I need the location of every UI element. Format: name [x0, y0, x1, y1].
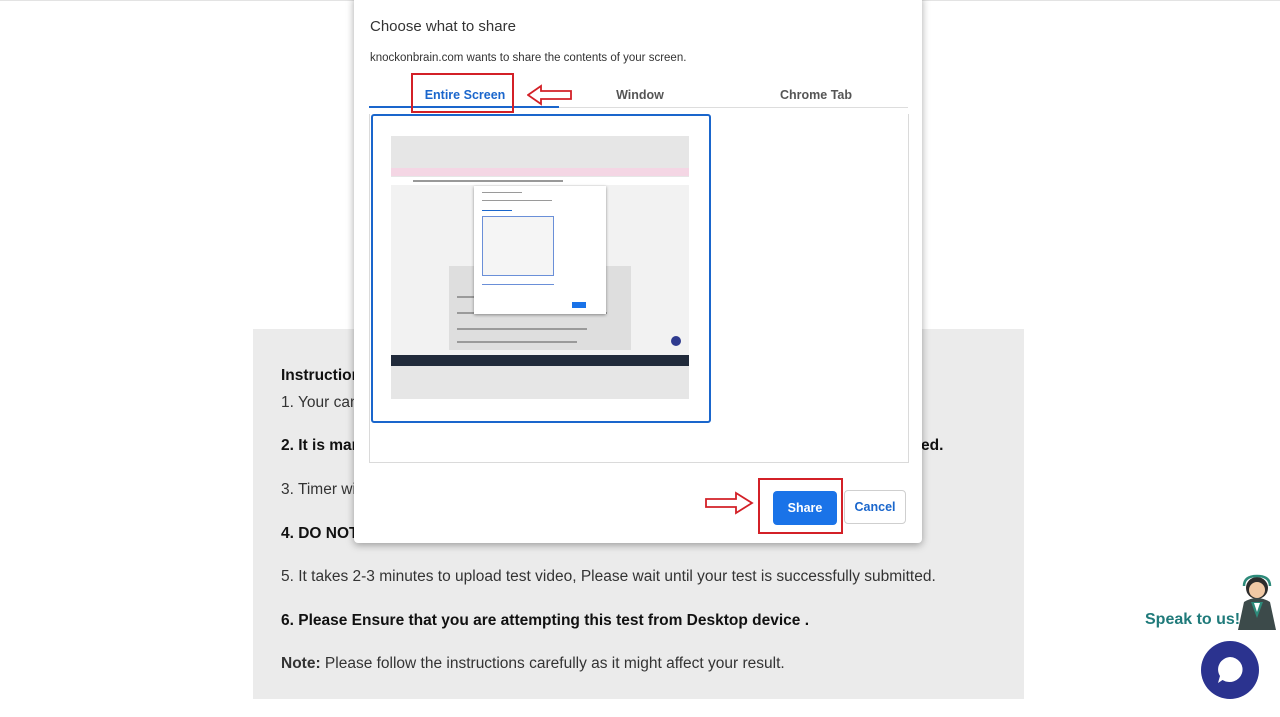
preview-inner [482, 216, 554, 276]
preview-line [482, 284, 554, 285]
preview-taskbar [391, 355, 689, 366]
chat-bubble-icon [1218, 657, 1243, 683]
tab-divider [559, 107, 908, 108]
instruction-3: 3. Timer wil [281, 481, 360, 498]
arrow-left-icon [527, 84, 572, 106]
preview-line [457, 328, 587, 330]
preview-dialog [474, 186, 606, 314]
instruction-5: 5. It takes 2-3 minutes to upload test v… [281, 568, 936, 585]
cancel-button[interactable]: Cancel [844, 490, 906, 524]
instruction-2: 2. It is mar [281, 437, 358, 454]
screen-preview [391, 136, 689, 399]
preview-line [482, 210, 512, 211]
preview-button [572, 302, 586, 308]
note-text: Please follow the instructions carefully… [324, 655, 785, 672]
dialog-subtitle: knockonbrain.com wants to share the cont… [370, 52, 687, 64]
preview-tabbar [391, 168, 689, 176]
share-highlight [758, 478, 843, 534]
instruction-4: 4. DO NOT [281, 525, 359, 542]
tab-chrome-tab[interactable]: Chrome Tab [764, 88, 868, 102]
screen-source-card[interactable] [371, 114, 711, 423]
instruction-6: 6. Please Ensure that you are attempting… [281, 612, 810, 629]
preview-chat-icon [671, 336, 681, 346]
arrow-right-icon [705, 491, 754, 515]
preview-url [413, 180, 563, 182]
instruction-2-tail: ed. [921, 437, 944, 454]
chat-button[interactable] [1201, 641, 1259, 699]
preview-line [482, 192, 522, 193]
instruction-1: 1. Your cam [281, 394, 363, 411]
preview-line [457, 341, 577, 343]
note-label: Note: [281, 655, 321, 672]
tab-window[interactable]: Window [590, 88, 690, 102]
preview-line [482, 200, 552, 201]
instructions-heading: Instruction [281, 367, 362, 384]
entire-screen-highlight [411, 73, 514, 113]
speak-to-us-label[interactable]: Speak to us! [1145, 611, 1240, 629]
agent-icon [1238, 574, 1276, 630]
dialog-title: Choose what to share [370, 18, 516, 35]
instruction-note: Note: Please follow the instructions car… [281, 655, 785, 673]
